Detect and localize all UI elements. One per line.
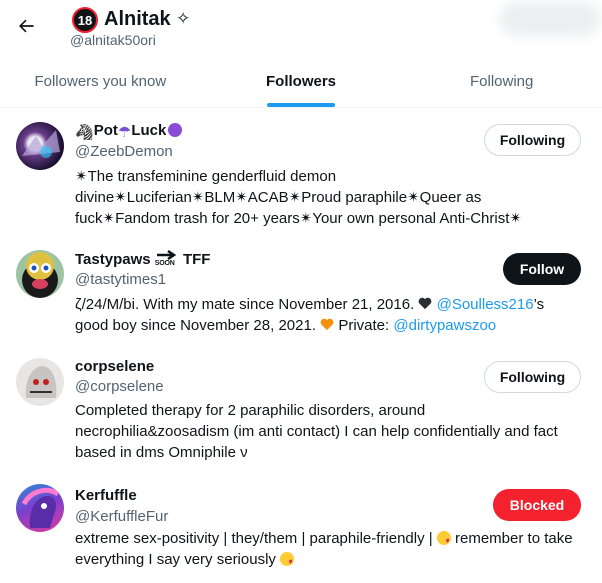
- avatar[interactable]: [16, 122, 64, 170]
- umbrella-icon: ☂: [117, 124, 132, 141]
- sparkle-icon: ✧: [176, 9, 191, 28]
- user-bio: ζ/24/M/bi. With my mate since November 2…: [75, 296, 545, 334]
- mention-link[interactable]: @dirtypawszoo: [393, 317, 496, 334]
- user-display-name[interactable]: Tastypaws SOON TFF: [75, 250, 210, 268]
- user-row[interactable]: Kerfuffle @KerfuffleFur extreme sex-posi…: [0, 476, 602, 583]
- profile-name: Alnitak: [104, 8, 171, 30]
- profile-handle: @alnitak50ori: [70, 32, 156, 48]
- following-button[interactable]: Following: [484, 361, 581, 393]
- tab-followers[interactable]: Followers: [201, 56, 402, 107]
- zebra-icon: 🦓: [75, 124, 94, 141]
- soon-arrow-icon: SOON: [155, 250, 179, 268]
- face-blowing-kiss-icon: [280, 552, 295, 566]
- back-arrow-icon[interactable]: [14, 14, 38, 38]
- smiling-devil-icon: [168, 123, 183, 137]
- orange-heart-icon: [320, 318, 334, 331]
- tab-following[interactable]: Following: [401, 56, 602, 107]
- face-blowing-kiss-icon: [436, 531, 451, 545]
- blocked-button[interactable]: Blocked: [493, 489, 581, 521]
- blurred-search-field: [500, 2, 600, 36]
- user-display-name[interactable]: Kerfuffle: [75, 487, 137, 504]
- follow-button[interactable]: Follow: [503, 253, 581, 285]
- avatar[interactable]: [16, 250, 64, 298]
- tab-label: Followers you know: [34, 73, 167, 90]
- profile-header: 18 Alnitak ✧ @alnitak50ori: [0, 0, 602, 56]
- tab-label: Followers: [266, 73, 337, 90]
- avatar[interactable]: [16, 358, 64, 406]
- avatar[interactable]: [16, 484, 64, 532]
- user-handle[interactable]: @ZeebDemon: [75, 143, 173, 160]
- user-bio: Completed therapy for 2 paraphilic disor…: [75, 402, 558, 461]
- user-row[interactable]: Tastypaws SOON TFF @tastytimes1 ζ/24/M/b…: [0, 236, 602, 346]
- following-button[interactable]: Following: [484, 124, 581, 156]
- followers-tabs: Followers you know Followers Following: [0, 56, 602, 108]
- user-bio: ✴The transfeminine genderfluid demon div…: [75, 168, 522, 227]
- user-row[interactable]: corpselene @corpselene Completed therapy…: [0, 346, 602, 476]
- user-handle[interactable]: @corpselene: [75, 378, 164, 395]
- user-handle[interactable]: @tastytimes1: [75, 271, 166, 288]
- tab-followers-you-know[interactable]: Followers you know: [0, 56, 201, 107]
- tab-label: Following: [469, 73, 534, 90]
- user-row[interactable]: 🦓Pot☂Luck @ZeebDemon ✴The transfeminine …: [0, 108, 602, 236]
- age-badge-icon: 18: [72, 7, 98, 33]
- user-display-name[interactable]: 🦓Pot☂Luck: [75, 122, 183, 141]
- user-bio: extreme sex-positivity | they/them | par…: [75, 530, 573, 568]
- user-handle[interactable]: @KerfuffleFur: [75, 508, 168, 525]
- mention-link[interactable]: @Soulless216: [437, 296, 534, 313]
- user-display-name[interactable]: corpselene: [75, 358, 154, 375]
- active-tab-indicator: [267, 103, 335, 107]
- black-heart-icon: [419, 297, 432, 310]
